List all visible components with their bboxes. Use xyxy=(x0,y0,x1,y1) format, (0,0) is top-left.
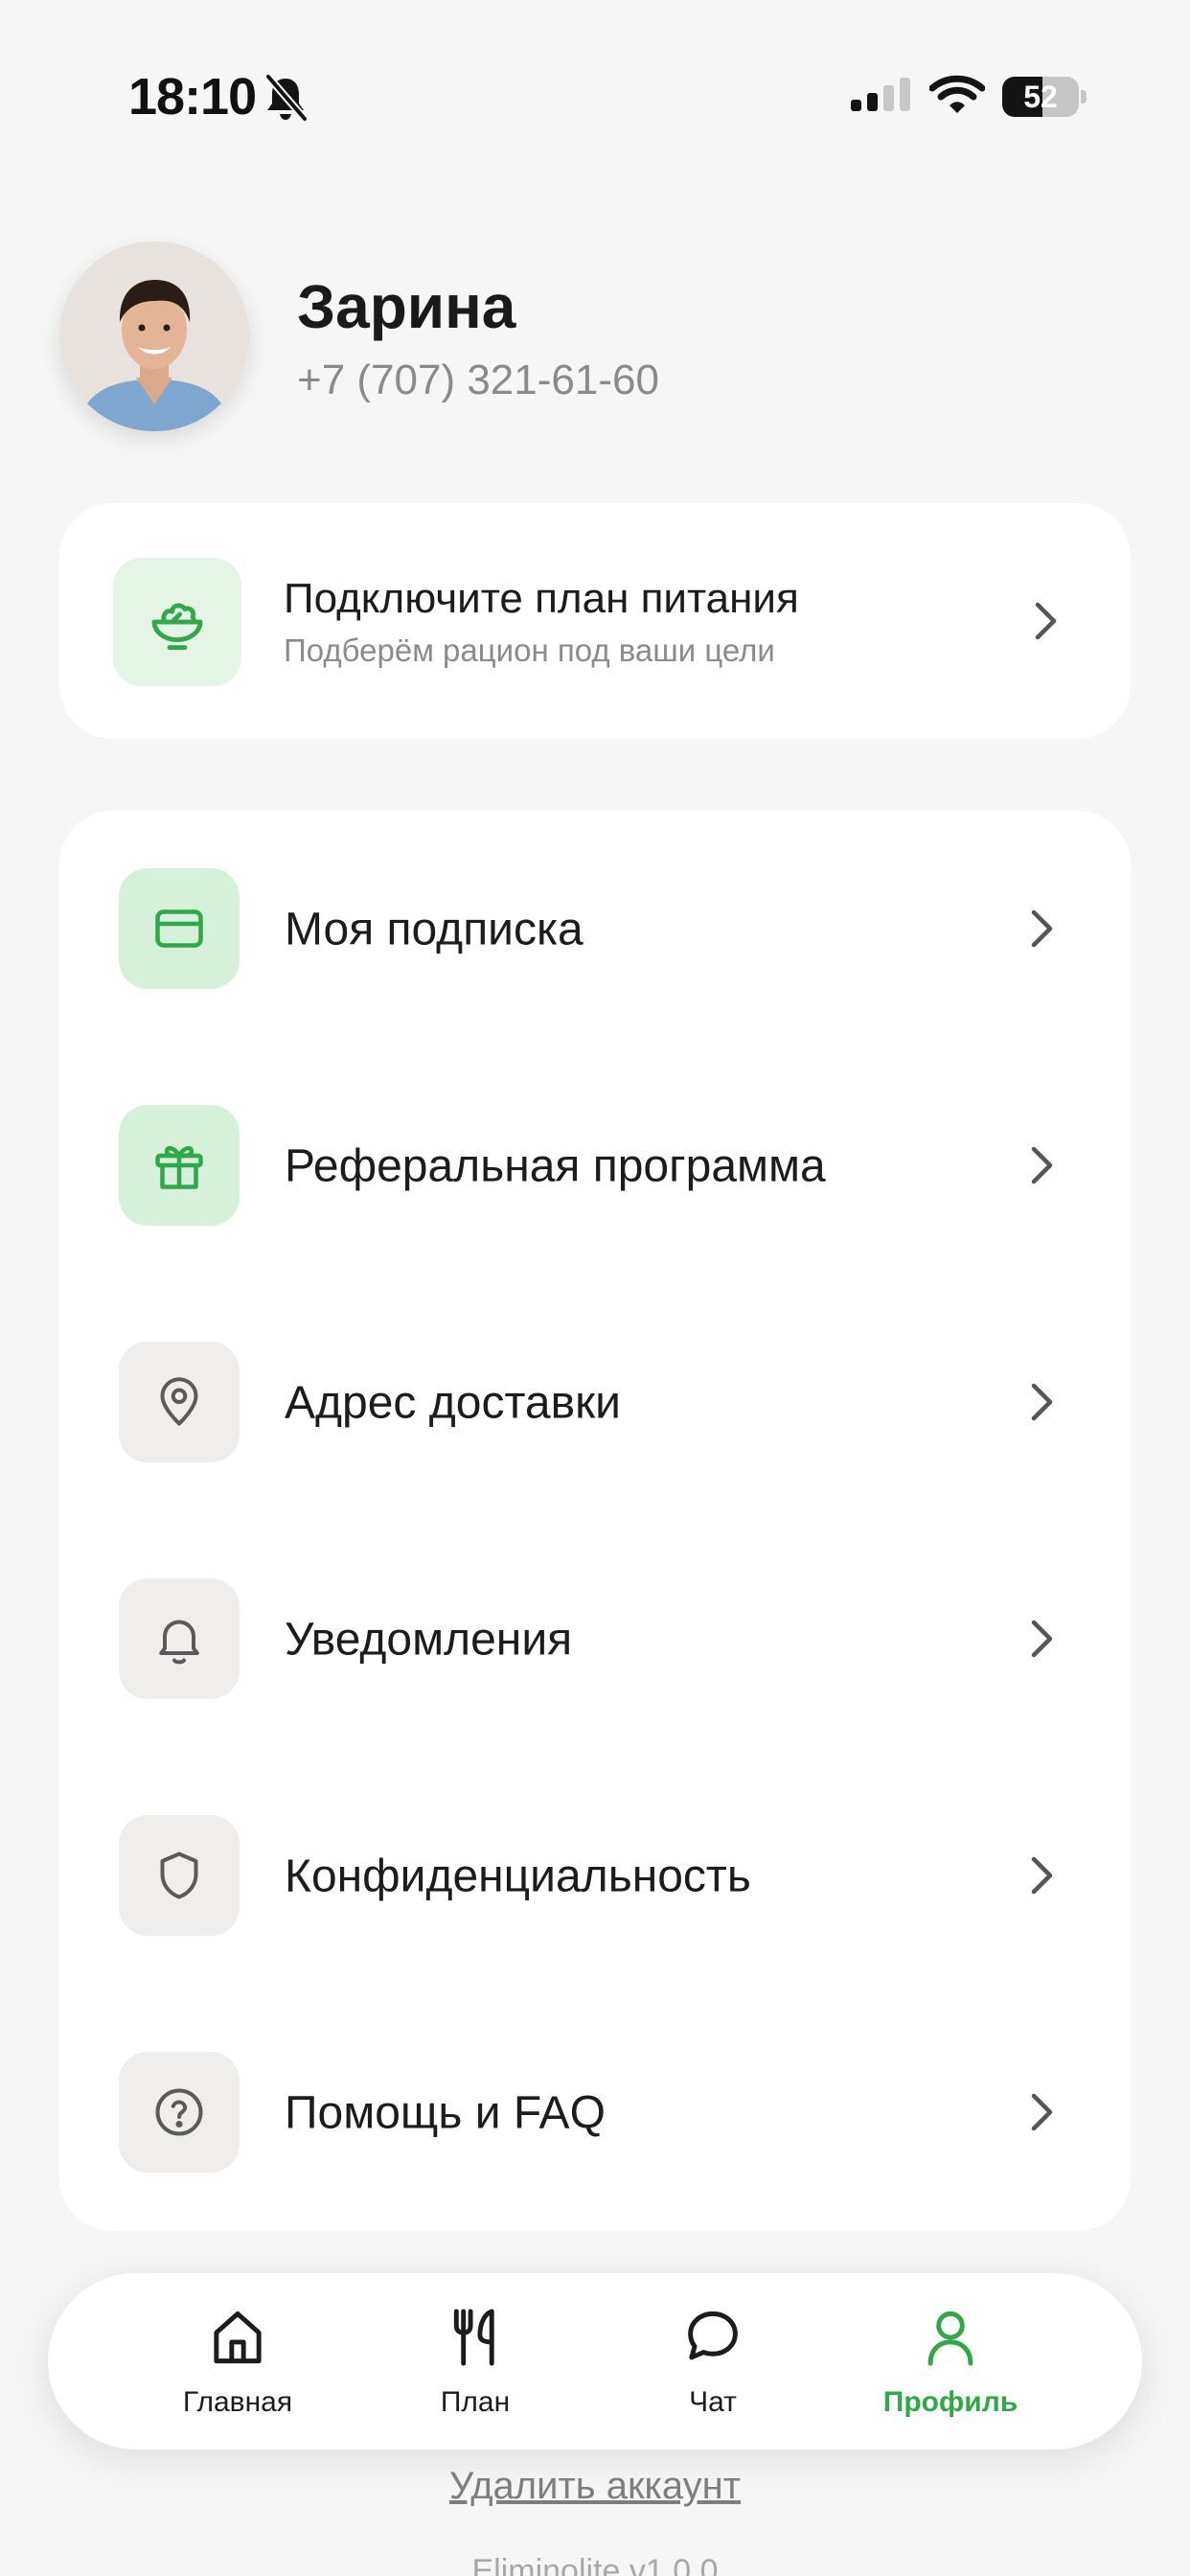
credit-card-icon xyxy=(155,909,203,948)
menu-icon-tile xyxy=(119,868,240,989)
tab-label: Профиль xyxy=(882,2386,1018,2418)
profile-screen: 18:10 52 Зарина +7 (707) 321-61-60 Подкл… xyxy=(0,0,1190,2576)
plan-card-title: Подключите план питания xyxy=(284,575,799,622)
battery-icon: 52 xyxy=(1002,77,1087,117)
status-time: 18:10 xyxy=(128,68,257,126)
tab-home[interactable]: Главная xyxy=(142,2273,333,2450)
menu-icon-tile xyxy=(119,1342,240,1462)
menu-item-label: Помощь и FAQ xyxy=(285,2087,606,2138)
chevron-right-icon xyxy=(1031,1856,1053,1895)
shield-icon xyxy=(160,1852,198,1899)
menu-item-help-faq[interactable]: Помощь и FAQ xyxy=(59,1994,1131,2231)
menu-icon-tile xyxy=(119,1105,240,1226)
chevron-right-icon xyxy=(1031,2093,1053,2131)
tab-label: Чат xyxy=(689,2386,737,2418)
help-circle-icon xyxy=(155,2088,203,2136)
delete-account-link[interactable]: Удалить аккаунт xyxy=(449,2465,741,2507)
battery-percent: 52 xyxy=(1023,80,1058,114)
chevron-right-icon xyxy=(1031,1620,1053,1658)
plan-card-subtitle: Подберём рацион под ваши цели xyxy=(284,632,775,668)
status-bar: 18:10 52 xyxy=(0,0,1190,192)
tab-label: Главная xyxy=(182,2386,293,2418)
menu-item-label: Конфиденциальность xyxy=(285,1851,751,1901)
menu-item-subscription[interactable]: Моя подписка xyxy=(59,811,1131,1047)
salad-bowl-icon xyxy=(151,603,203,651)
menu-item-referral[interactable]: Реферальная программа xyxy=(59,1047,1131,1284)
tab-profile[interactable]: Профиль xyxy=(855,2273,1046,2450)
bell-off-icon xyxy=(264,73,309,123)
menu-item-label: Адрес доставки xyxy=(285,1377,621,1428)
menu-item-notifications[interactable]: Уведомления xyxy=(59,1521,1131,1758)
menu-item-label: Реферальная программа xyxy=(285,1140,826,1191)
menu-item-label: Уведомления xyxy=(285,1614,573,1665)
home-icon xyxy=(214,2311,262,2364)
app-version: Eliminolite v1.0.0 xyxy=(471,2553,719,2576)
menu-item-privacy[interactable]: Конфиденциальность xyxy=(59,1758,1131,1994)
profile-name: Зарина xyxy=(297,272,516,341)
cellular-signal-icon xyxy=(851,78,910,111)
profile-phone: +7 (707) 321-61-60 xyxy=(297,356,659,403)
menu-icon-tile xyxy=(119,2052,240,2173)
tab-plan[interactable]: План xyxy=(379,2273,571,2450)
menu-icon-tile xyxy=(119,1815,240,1936)
gift-icon xyxy=(155,1145,203,1189)
plan-icon-tile xyxy=(113,558,241,686)
user-icon xyxy=(927,2311,973,2366)
tab-label: План xyxy=(440,2386,511,2418)
tab-chat[interactable]: Чат xyxy=(617,2273,809,2450)
chevron-right-icon xyxy=(1035,602,1057,640)
bottom-tab-bar: Главная План Чат Профиль xyxy=(48,2273,1142,2450)
map-pin-icon xyxy=(160,1377,198,1426)
chevron-right-icon xyxy=(1031,1146,1053,1184)
avatar[interactable] xyxy=(59,242,249,431)
menu-item-label: Моя подписка xyxy=(285,904,584,954)
menu-item-delivery-address[interactable]: Адрес доставки xyxy=(59,1284,1131,1521)
wifi-icon xyxy=(929,75,985,113)
avatar-photo xyxy=(59,242,249,431)
chevron-right-icon xyxy=(1031,1383,1053,1421)
chat-bubble-icon xyxy=(688,2311,738,2360)
chevron-right-icon xyxy=(1031,909,1053,948)
delete-account-link-wrap: Удалить аккаунт xyxy=(0,2465,1190,2508)
bell-icon xyxy=(159,1620,199,1665)
menu-icon-tile xyxy=(119,1578,240,1699)
fork-knife-icon xyxy=(453,2309,494,2366)
